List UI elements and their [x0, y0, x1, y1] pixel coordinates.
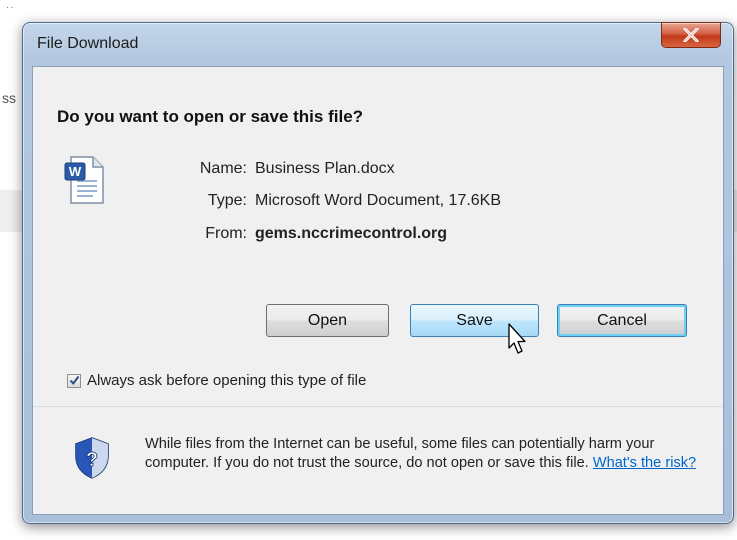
- file-type-label: Type:: [207, 192, 247, 209]
- close-button[interactable]: [661, 22, 721, 48]
- dialog-title: File Download: [37, 35, 139, 52]
- file-source-value: gems.nccrimecontrol.org: [255, 225, 448, 242]
- cancel-button[interactable]: Cancel: [557, 304, 687, 337]
- dialog-question: Do you want to open or save this file?: [57, 107, 364, 126]
- file-source-label: From:: [205, 225, 247, 242]
- file-name-label: Name:: [199, 160, 247, 177]
- checkmark-icon: [69, 375, 79, 386]
- svg-text:W: W: [69, 164, 82, 179]
- always-ask-checkbox[interactable]: [67, 373, 81, 388]
- word-document-icon: W: [64, 156, 104, 204]
- background-dots: ··: [6, 2, 15, 13]
- security-shield-icon: ?: [75, 437, 109, 479]
- open-button[interactable]: Open: [266, 304, 389, 337]
- always-ask-row: Always ask before opening this type of f…: [67, 372, 366, 389]
- save-button[interactable]: Save: [410, 304, 539, 337]
- close-icon: [683, 28, 699, 42]
- always-ask-label: Always ask before opening this type of f…: [87, 372, 367, 389]
- file-name-value: Business Plan.docx: [255, 160, 395, 177]
- warning-message: While files from the Internet can be use…: [145, 436, 655, 471]
- svg-text:?: ?: [86, 449, 98, 471]
- background-text-fragment: ss: [2, 90, 16, 106]
- warning-text: While files from the Internet can be use…: [145, 435, 705, 473]
- file-type-value: Microsoft Word Document, 17.6KB: [255, 192, 502, 209]
- dialog-content: Do you want to open or save this file? W…: [32, 66, 724, 515]
- file-download-dialog: File Download Do you want to open or sav…: [22, 22, 734, 524]
- warning-footer: ? While files from the Internet can be u…: [33, 407, 723, 514]
- whats-the-risk-link[interactable]: What's the risk?: [593, 455, 696, 471]
